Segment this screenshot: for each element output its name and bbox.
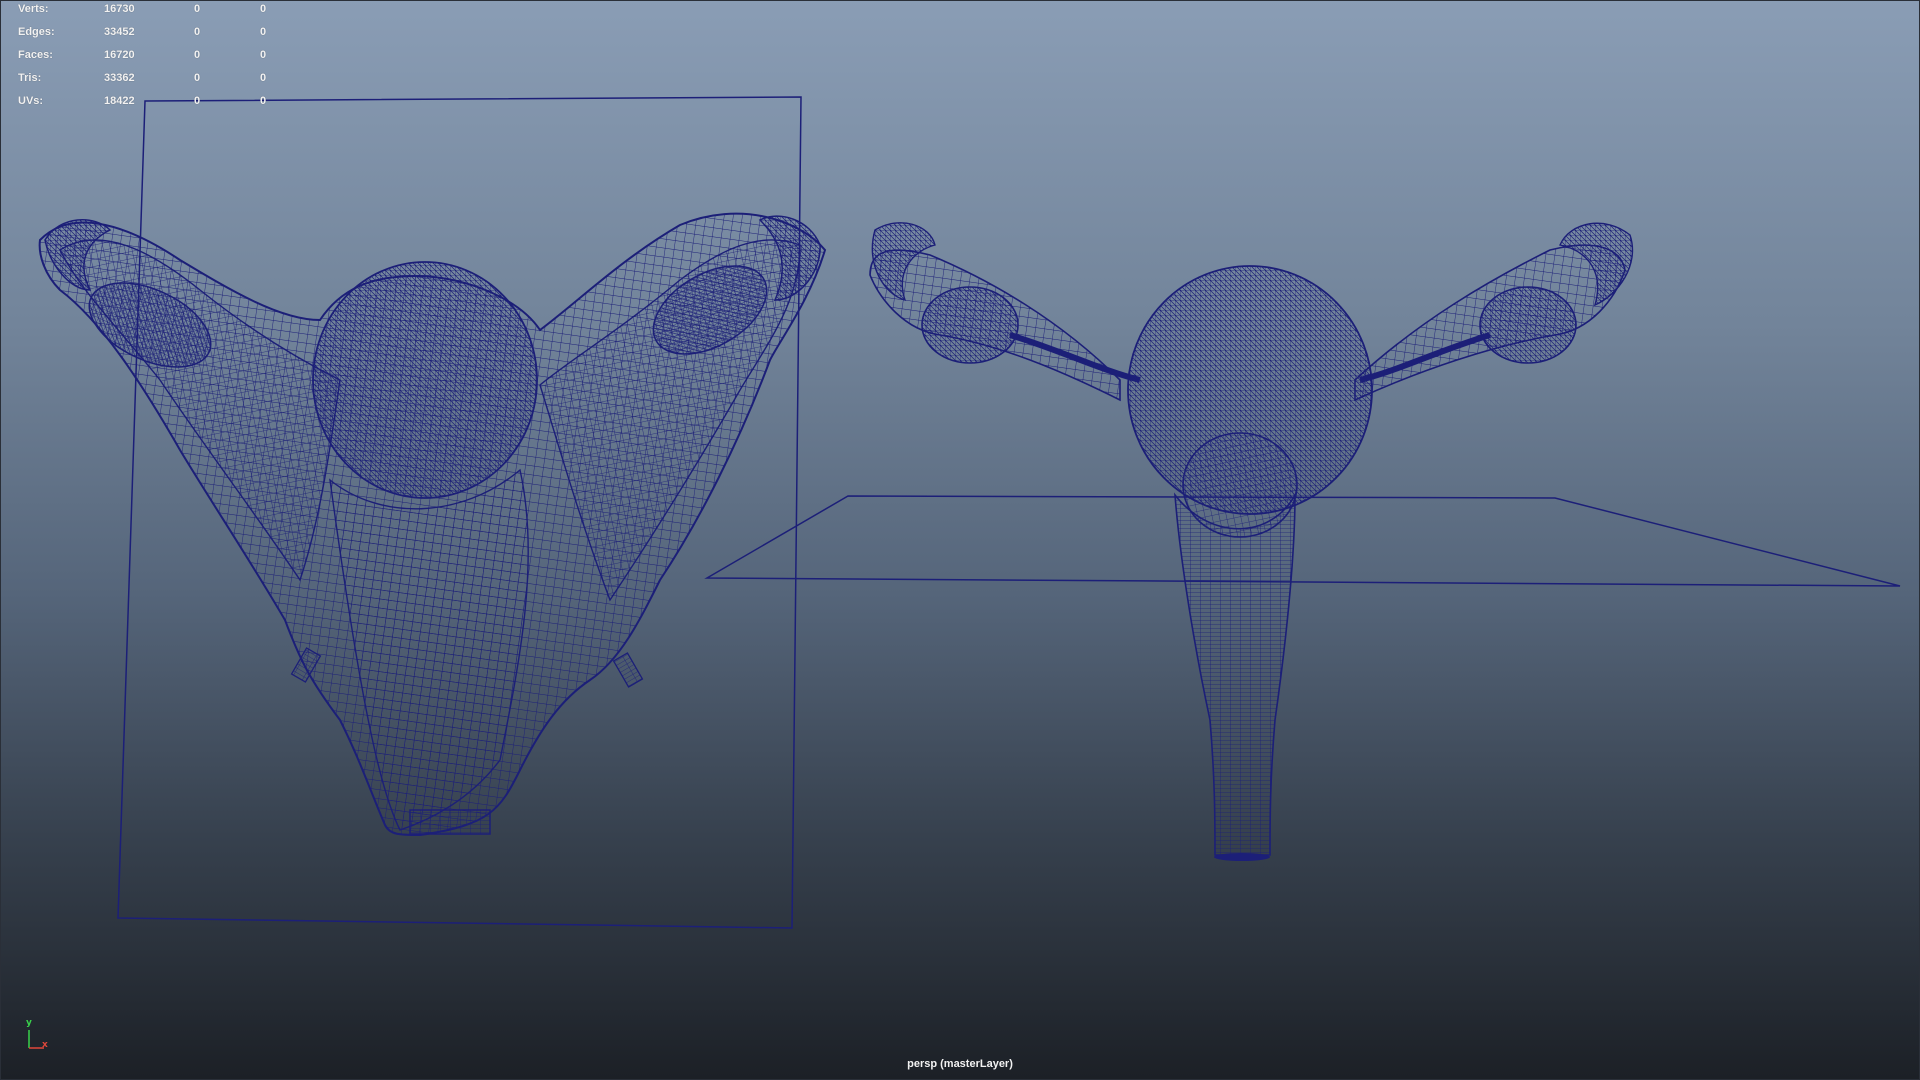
hud-selected-value: 0: [194, 95, 201, 107]
axis-gizmo: y x: [20, 1018, 60, 1058]
hud-row-tris: Tris: 33362 0 0: [18, 71, 288, 94]
hud-selected-value: 0: [260, 26, 267, 38]
uterus-model-side[interactable]: [869, 222, 1634, 861]
hud-row-faces: Faces: 16720 0 0: [18, 48, 288, 71]
hud-label: UVs:: [18, 95, 44, 107]
image-plane-horizontal[interactable]: [704, 495, 1901, 587]
hud-selected-value: 0: [260, 49, 267, 61]
hud-row-verts: Verts: 16730 0 0: [18, 2, 288, 25]
hud-total-value: 33452: [104, 26, 135, 38]
perspective-viewport[interactable]: Verts: 16730 0 0 Edges: 33452 0 0 Faces:…: [0, 0, 1920, 1080]
hud-selected-value: 0: [194, 49, 201, 61]
axis-y-label: y: [26, 1018, 32, 1028]
camera-name-label: persp (masterLayer): [907, 1058, 1013, 1070]
hud-label: Faces:: [18, 49, 53, 61]
poly-count-hud: Verts: 16730 0 0 Edges: 33452 0 0 Faces:…: [18, 2, 288, 117]
hud-selected-value: 0: [260, 72, 267, 84]
hud-selected-value: 0: [194, 26, 201, 38]
hud-total-value: 33362: [104, 72, 135, 84]
hud-selected-value: 0: [260, 95, 267, 107]
hud-label: Tris:: [18, 72, 42, 84]
scene-canvas[interactable]: [0, 0, 1920, 1080]
uterus-model-front[interactable]: [38, 212, 827, 837]
hud-selected-value: 0: [194, 3, 201, 15]
hud-total-value: 16730: [104, 3, 135, 15]
hud-label: Edges:: [18, 26, 55, 38]
hud-row-edges: Edges: 33452 0 0: [18, 25, 288, 48]
hud-selected-value: 0: [194, 72, 201, 84]
hud-total-value: 16720: [104, 49, 135, 61]
hud-selected-value: 0: [260, 3, 267, 15]
hud-row-uvs: UVs: 18422 0 0: [18, 94, 288, 117]
axis-x-label: x: [42, 1040, 48, 1050]
hud-label: Verts:: [18, 3, 49, 15]
hud-total-value: 18422: [104, 95, 135, 107]
